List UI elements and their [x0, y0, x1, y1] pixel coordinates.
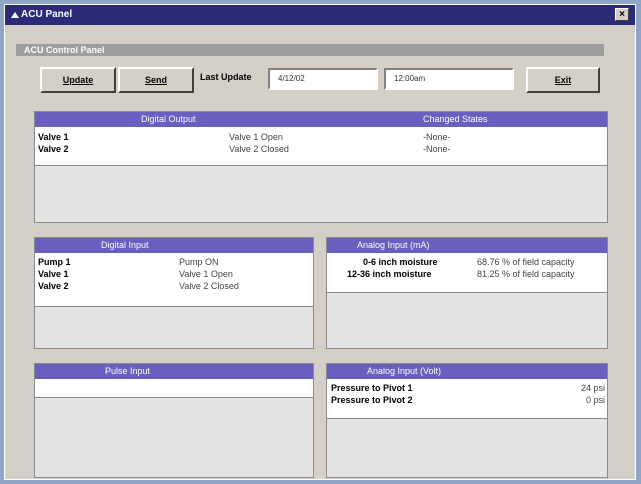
list-item[interactable]: Pressure to Pivot 2 0 psi	[327, 394, 607, 406]
update-button[interactable]: Update	[40, 67, 116, 93]
app-icon	[11, 12, 19, 18]
close-button[interactable]: ×	[615, 8, 629, 21]
list-item[interactable]: Pump 1 Pump ON	[35, 256, 313, 268]
row-state: Valve 2 Closed	[229, 144, 289, 154]
list-item[interactable]: 0-6 inch moisture 68.76 % of field capac…	[327, 256, 607, 268]
last-update-label: Last Update	[200, 72, 252, 82]
row-name: Valve 1	[38, 132, 69, 142]
pulse-input-list	[35, 379, 313, 398]
pulse-input-panel: Pulse Input	[34, 363, 314, 478]
row-value: 0 psi	[585, 395, 605, 405]
analog-input-volt-list: Pressure to Pivot 1 24 psi Pressure to P…	[327, 379, 607, 419]
digital-output-list: Valve 1 Valve 1 Open -None- Valve 2 Valv…	[35, 127, 607, 166]
pulse-input-title: Pulse Input	[105, 366, 151, 376]
row-state: Valve 1 Open	[229, 132, 283, 142]
list-item[interactable]: Valve 1 Valve 1 Open -None-	[35, 131, 607, 143]
analog-input-ma-panel: Analog Input (mA) 0-6 inch moisture 68.7…	[326, 237, 608, 349]
row-changed: -None-	[423, 144, 451, 154]
digital-output-panel: Digital Output Changed States Valve 1 Va…	[34, 111, 608, 223]
list-item[interactable]: Pressure to Pivot 1 24 psi	[327, 382, 607, 394]
digital-input-panel: Digital Input Pump 1 Pump ON Valve 1 Val…	[34, 237, 314, 349]
row-name: Valve 1	[38, 269, 69, 279]
exit-button[interactable]: Exit	[526, 67, 600, 93]
row-value: 68.76 % of field capacity	[477, 257, 575, 267]
row-state: Valve 2 Closed	[179, 281, 239, 291]
row-name: 12-36 inch moisture	[347, 269, 432, 279]
last-update-date-field[interactable]: 4/12/02	[268, 68, 378, 90]
analog-input-ma-title: Analog Input (mA)	[357, 240, 430, 250]
analog-input-ma-header: Analog Input (mA)	[327, 238, 607, 253]
list-item[interactable]: 12-36 inch moisture 81.25 % of field cap…	[327, 268, 607, 280]
row-state: Pump ON	[179, 257, 219, 267]
row-name: Valve 2	[38, 144, 69, 154]
row-state: Valve 1 Open	[179, 269, 233, 279]
row-value: 24 psi	[580, 383, 605, 393]
row-name: Valve 2	[38, 281, 69, 291]
digital-input-title: Digital Input	[101, 240, 149, 250]
list-item[interactable]: Valve 1 Valve 1 Open	[35, 268, 313, 280]
analog-input-ma-list: 0-6 inch moisture 68.76 % of field capac…	[327, 253, 607, 293]
digital-input-header: Digital Input	[35, 238, 313, 253]
last-update-time-field[interactable]: 12:00am	[384, 68, 514, 90]
row-name: 0-6 inch moisture	[363, 257, 438, 267]
window-title: ACU Panel	[21, 9, 73, 20]
analog-input-volt-panel: Analog Input (Volt) Pressure to Pivot 1 …	[326, 363, 608, 478]
digital-input-list: Pump 1 Pump ON Valve 1 Valve 1 Open Valv…	[35, 253, 313, 307]
changed-states-title: Changed States	[423, 114, 488, 124]
list-item[interactable]: Valve 2 Valve 2 Closed	[35, 280, 313, 292]
list-item[interactable]: Valve 2 Valve 2 Closed -None-	[35, 143, 607, 155]
row-changed: -None-	[423, 132, 451, 142]
analog-input-volt-header: Analog Input (Volt)	[327, 364, 607, 379]
row-name: Pump 1	[38, 257, 71, 267]
row-name: Pressure to Pivot 1	[331, 383, 413, 393]
send-button[interactable]: Send	[118, 67, 194, 93]
digital-output-header: Digital Output Changed States	[35, 112, 607, 127]
row-value: 81.25 % of field capacity	[477, 269, 575, 279]
analog-input-volt-title: Analog Input (Volt)	[367, 366, 442, 376]
row-name: Pressure to Pivot 2	[331, 395, 413, 405]
control-panel-header: ACU Control Panel	[16, 44, 604, 56]
title-bar[interactable]: ACU Panel ×	[5, 5, 635, 25]
pulse-input-header: Pulse Input	[35, 364, 313, 379]
digital-output-title: Digital Output	[141, 114, 196, 124]
